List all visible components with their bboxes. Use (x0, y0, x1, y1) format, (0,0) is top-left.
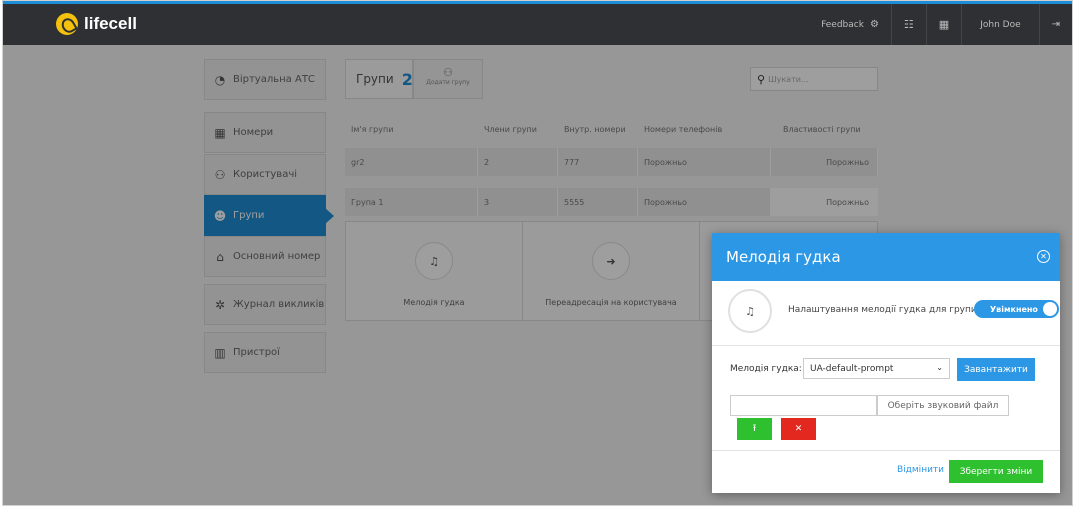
upload-button[interactable]: Завантажити (957, 358, 1035, 381)
toggle-knob (1043, 302, 1057, 316)
apps-grid-icon: ▦ (938, 18, 950, 31)
close-icon[interactable]: ✕ (1037, 250, 1050, 263)
cancel-button[interactable]: Відмінити (897, 465, 944, 475)
upload-icon: ⭱ (752, 422, 757, 434)
melody-select[interactable]: UA-default-prompt ⌄ (803, 358, 950, 379)
melody-select-value: UA-default-prompt (810, 363, 894, 374)
melody-label: Мелодія гудка: (730, 364, 802, 374)
user-menu[interactable]: John Doe (962, 4, 1038, 45)
music-note-icon: ♫ (728, 289, 772, 333)
feedback-label: Feedback (821, 19, 864, 30)
close-icon: ✕ (794, 424, 803, 434)
lifecell-logo-icon (56, 13, 78, 35)
toggle-label: Увімкнено (990, 304, 1038, 314)
ringback-tone-dialog: Мелодія гудка ✕ ♫ Налаштування мелодії г… (712, 233, 1060, 493)
hierarchy-icon: ☷ (903, 18, 914, 31)
brand-name: lifecell (84, 14, 137, 33)
ringback-setting-section: ♫ Налаштування мелодії гудка для групи У… (712, 281, 1060, 346)
save-button[interactable]: Зберегти зміни (949, 460, 1043, 483)
feedback-button[interactable]: Feedback ⚙ (809, 4, 891, 45)
dialog-footer: Відмінити Зберегти зміни (712, 450, 1060, 493)
logout-icon: ⇥ (1051, 19, 1060, 30)
top-bar: lifecell Feedback ⚙ ☷ ▦ John Doe ⇥ (3, 1, 1072, 45)
apps-menu-button[interactable]: ▦ (927, 4, 961, 45)
choose-file-button[interactable]: Оберіть звуковий файл (877, 395, 1009, 416)
logo[interactable]: lifecell (56, 13, 137, 35)
org-structure-button[interactable]: ☷ (892, 4, 926, 45)
gear-icon: ⚙ (869, 19, 879, 30)
dialog-title: Мелодія гудка (726, 248, 841, 266)
chevron-down-icon: ⌄ (936, 363, 943, 372)
user-name: John Doe (980, 19, 1021, 30)
remove-file-button[interactable]: ✕ (781, 418, 816, 440)
ringback-toggle[interactable]: Увімкнено (974, 300, 1059, 318)
setting-label: Налаштування мелодії гудка для групи (788, 305, 977, 315)
upload-file-button[interactable]: ⭱ (737, 418, 772, 440)
top-nav: Feedback ⚙ ☷ ▦ John Doe ⇥ (809, 4, 1072, 45)
logout-button[interactable]: ⇥ (1040, 4, 1072, 45)
dialog-header: Мелодія гудка ✕ (712, 233, 1060, 281)
file-path-input[interactable] (730, 395, 877, 416)
